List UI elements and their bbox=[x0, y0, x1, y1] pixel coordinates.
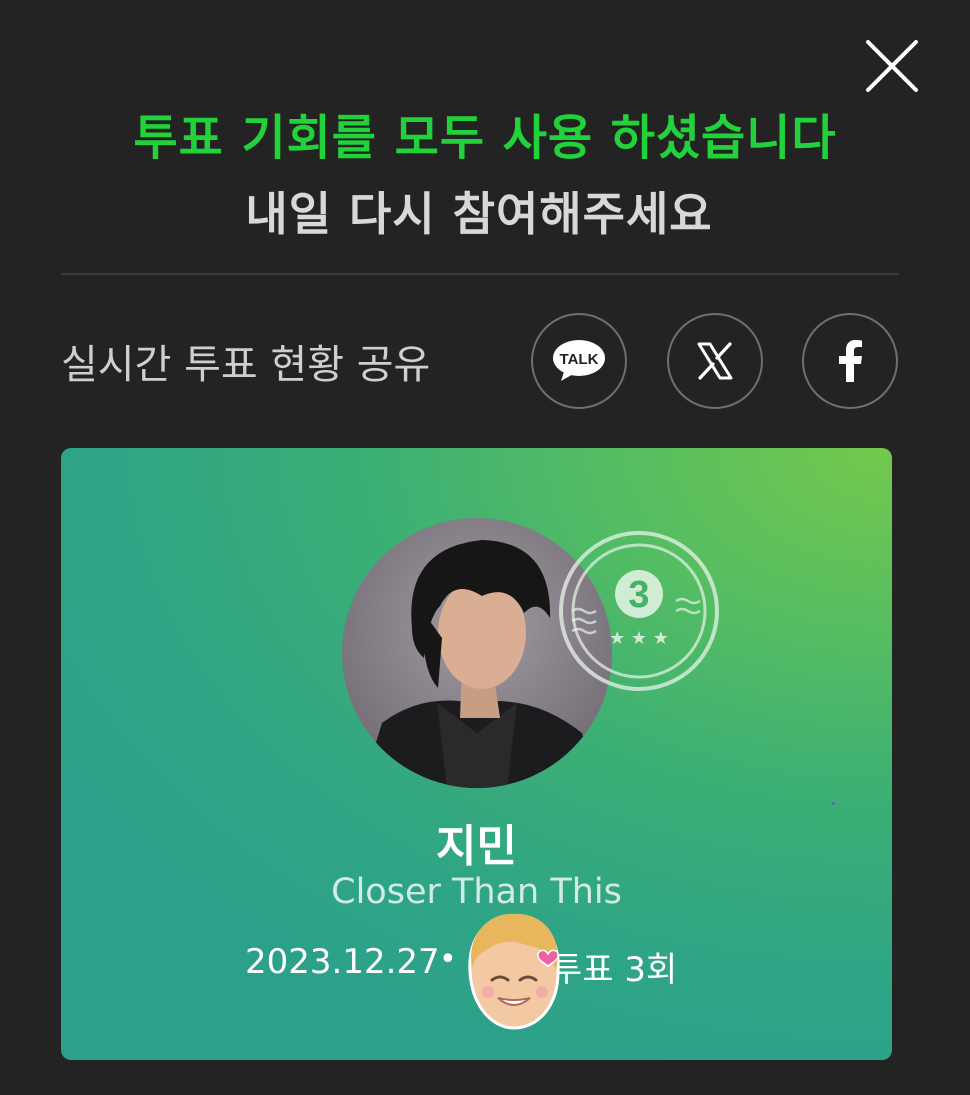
kakaotalk-icon: TALK bbox=[553, 340, 605, 381]
artist-name: 지민 bbox=[436, 821, 517, 872]
vote-date: 2023.12.27 bbox=[245, 942, 440, 982]
vote-count-text: 투표 3회 bbox=[551, 950, 678, 990]
facebook-icon bbox=[839, 340, 862, 382]
meta-separator: • bbox=[439, 942, 457, 977]
vote-result-card: 3 ★ ★ ★ 지민 Closer Than This 2023.12.27 •… bbox=[61, 448, 892, 1060]
share-facebook-button[interactable] bbox=[802, 313, 898, 409]
kakaotalk-text: TALK bbox=[560, 351, 599, 368]
stamp-number: 3 bbox=[628, 574, 649, 616]
vote-count-stamp: 3 ★ ★ ★ bbox=[554, 526, 724, 696]
close-button[interactable] bbox=[862, 36, 922, 96]
face-sticker bbox=[462, 910, 566, 1034]
share-x-button[interactable] bbox=[667, 313, 763, 409]
share-label: 실시간 투표 현황 공유 bbox=[61, 342, 431, 388]
x-icon bbox=[697, 342, 733, 380]
divider bbox=[61, 273, 899, 275]
song-title: Closer Than This bbox=[331, 872, 622, 912]
close-icon bbox=[866, 40, 918, 92]
share-kakaotalk-button[interactable]: TALK bbox=[531, 313, 627, 409]
come-back-tomorrow-text: 내일 다시 참여해주세요 bbox=[245, 187, 713, 241]
svg-text:★ ★ ★: ★ ★ ★ bbox=[609, 628, 669, 649]
vote-exhausted-headline: 투표 기회를 모두 사용 하셨습니다 bbox=[133, 110, 837, 166]
decorative-dot bbox=[832, 802, 835, 805]
